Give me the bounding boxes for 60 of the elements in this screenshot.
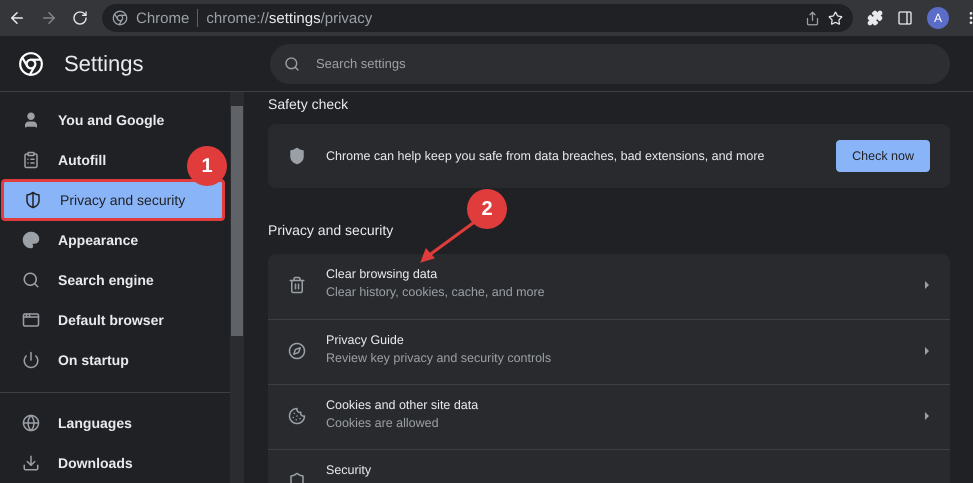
sidebar-item[interactable]: Privacy and security: [2, 180, 224, 220]
row-title: Privacy Guide: [326, 333, 405, 347]
search-field[interactable]: Search settings: [314, 55, 936, 72]
sidebar-item[interactable]: Autofill: [0, 140, 114, 180]
sidebar-item[interactable]: Languages: [0, 403, 140, 443]
download-icon: [22, 454, 40, 472]
back-icon[interactable]: [8, 9, 26, 27]
sidebar-item[interactable]: Appearance: [0, 220, 146, 260]
profile-avatar[interactable]: A: [927, 7, 949, 29]
globe-icon: [22, 414, 40, 432]
bookmark-star-icon[interactable]: [828, 10, 843, 26]
settings-row[interactable]: Security: [268, 449, 950, 483]
url-text: chrome://settings/privacy: [206, 10, 374, 26]
row-subtitle: Clear history, cookies, cache, and more: [326, 285, 546, 299]
search-icon: [284, 56, 300, 72]
chevron-icon: [924, 346, 930, 356]
row-subtitle: Cookies are allowed: [326, 416, 440, 430]
sidebar-item[interactable]: Default browser: [0, 300, 172, 340]
chevron-icon: [924, 411, 930, 421]
settings-title: Settings: [64, 50, 144, 76]
side-panel-icon[interactable]: [897, 10, 913, 26]
compass-icon: [288, 342, 306, 360]
clipboard-icon: [22, 151, 40, 169]
row-subtitle: Review key privacy and security controls: [326, 351, 552, 365]
share-icon[interactable]: [805, 10, 820, 26]
palette-icon: [22, 231, 40, 249]
browser-window-icon: [22, 311, 40, 329]
row-title: Security: [326, 463, 372, 477]
shield-icon: [288, 147, 306, 165]
forward-icon[interactable]: [40, 9, 58, 27]
reload-icon[interactable]: [72, 10, 88, 26]
search-bar[interactable]: Search settings: [270, 44, 950, 84]
sidebar-item[interactable]: You and Google: [0, 100, 172, 140]
step-badge: 2: [467, 189, 507, 229]
chrome-logo-icon: [18, 50, 44, 76]
sidebar-item[interactable]: Search engine: [0, 260, 162, 300]
address-bar[interactable]: Chrome chrome://settings/privacy: [102, 4, 853, 32]
chrome-icon: [112, 10, 128, 26]
section-heading: Safety check: [268, 96, 350, 112]
power-icon: [22, 351, 40, 369]
section-heading: Privacy and security: [268, 222, 394, 238]
safety-check-text: Chrome can help keep you safe from data breaches, bad extensions, and more: [326, 149, 766, 163]
search-icon: [22, 271, 40, 289]
scrollbar[interactable]: [230, 92, 244, 483]
person-icon: [22, 111, 40, 129]
cookie-icon: [288, 407, 306, 425]
sidebar-item[interactable]: On startup: [0, 340, 137, 380]
step-badge: 1: [187, 146, 227, 186]
site-label: Chrome: [136, 10, 190, 26]
shield-icon: [24, 191, 42, 209]
extensions-icon[interactable]: [867, 10, 883, 26]
sidebar-item[interactable]: Downloads: [0, 443, 141, 483]
row-title: Clear browsing data: [326, 267, 438, 281]
settings-row[interactable]: Privacy Guide Review key privacy and security controls: [268, 319, 950, 384]
row-title: Cookies and other site data: [326, 398, 480, 412]
settings-row[interactable]: Clear browsing data Clear history, cookies, cache, and more: [268, 254, 950, 319]
settings-row[interactable]: Cookies and other site data Cookies are allowed: [268, 384, 950, 449]
chevron-icon: [924, 280, 930, 290]
trash-icon: [288, 276, 306, 294]
check-now-button[interactable]: Check now: [836, 140, 930, 172]
